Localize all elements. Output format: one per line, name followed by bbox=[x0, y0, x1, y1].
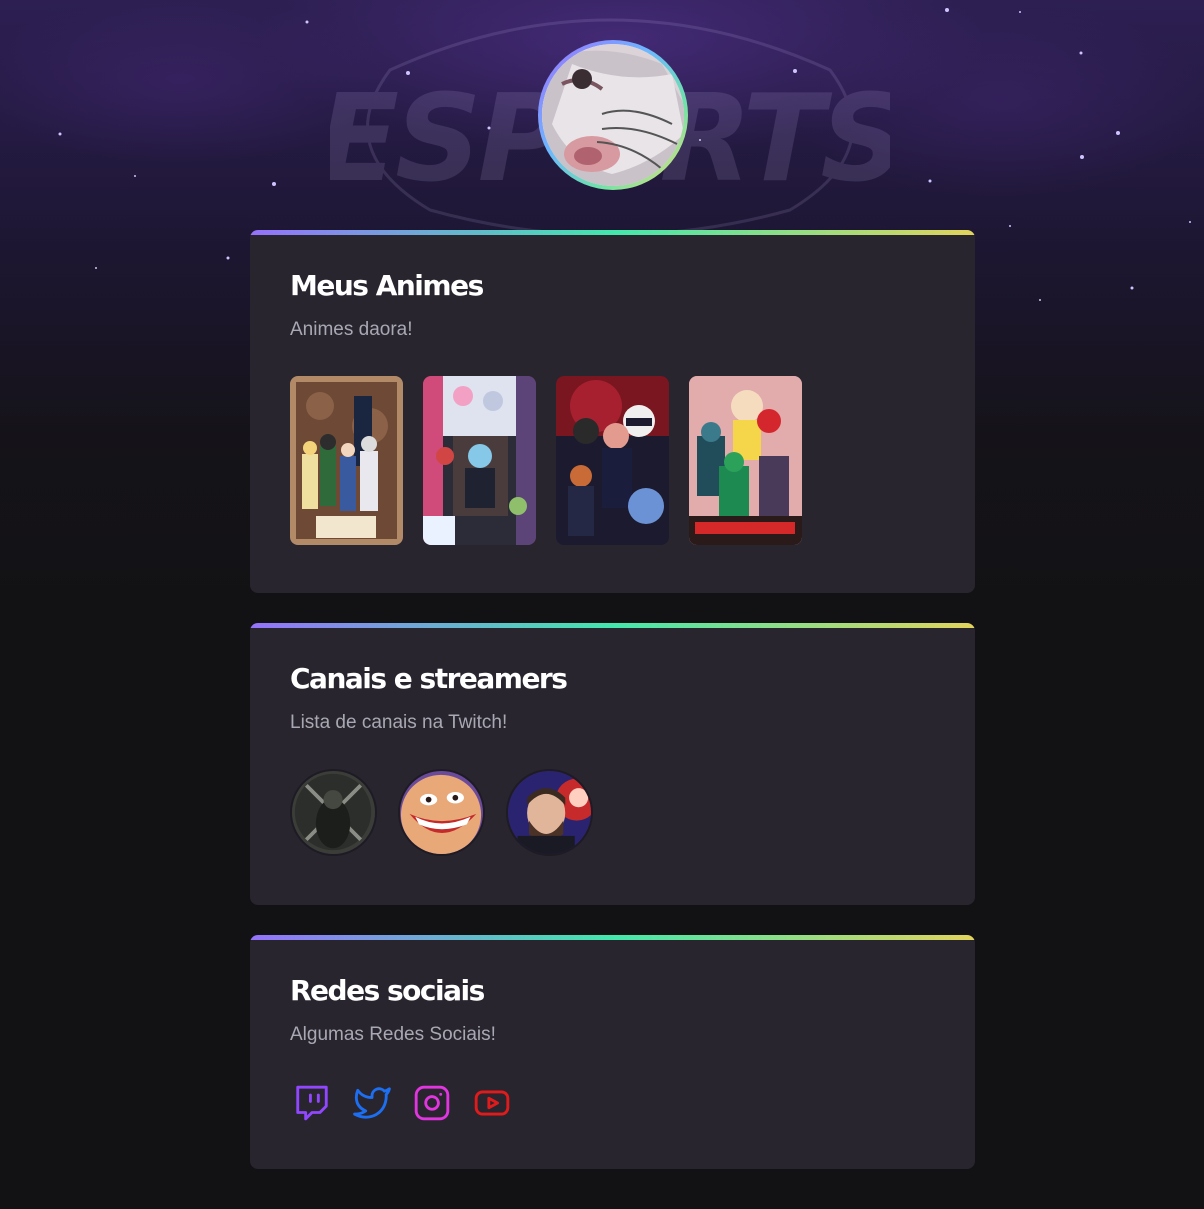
channel-list bbox=[290, 769, 935, 856]
youtube-icon bbox=[474, 1090, 510, 1116]
channel-avatar-3[interactable] bbox=[506, 769, 593, 856]
twitter-icon bbox=[353, 1087, 391, 1119]
channels-title: Canais e streamers bbox=[290, 662, 568, 695]
tensura-poster[interactable] bbox=[423, 376, 536, 545]
channels-subtitle: Lista de canais na Twitch! bbox=[290, 712, 508, 733]
instagram-link[interactable] bbox=[412, 1083, 452, 1123]
social-subtitle: Algumas Redes Sociais! bbox=[290, 1024, 496, 1045]
jujutsu-kaisen-poster[interactable] bbox=[556, 376, 669, 545]
anime-list bbox=[290, 376, 935, 545]
channel-avatar-2[interactable] bbox=[398, 769, 485, 856]
twitch-icon bbox=[296, 1085, 328, 1121]
twitter-link[interactable] bbox=[352, 1083, 392, 1123]
social-list bbox=[292, 1083, 935, 1123]
hunter-x-hunter-poster[interactable] bbox=[290, 376, 403, 545]
bugs-bunny-avatar-icon bbox=[542, 44, 684, 186]
channel-avatar-1[interactable] bbox=[290, 769, 377, 856]
social-title: Redes sociais bbox=[290, 974, 485, 1007]
twitch-link[interactable] bbox=[292, 1083, 332, 1123]
youtube-link[interactable] bbox=[472, 1083, 512, 1123]
profile-avatar bbox=[538, 40, 688, 190]
animes-subtitle: Animes daora! bbox=[290, 319, 413, 340]
social-card: Redes sociais Algumas Redes Sociais! bbox=[250, 935, 975, 1169]
animes-title: Meus Animes bbox=[290, 269, 484, 302]
channels-card: Canais e streamers Lista de canais na Tw… bbox=[250, 623, 975, 905]
animes-card: Meus Animes Animes daora! bbox=[250, 230, 975, 593]
one-punch-man-poster[interactable] bbox=[689, 376, 802, 545]
instagram-icon bbox=[414, 1085, 450, 1121]
